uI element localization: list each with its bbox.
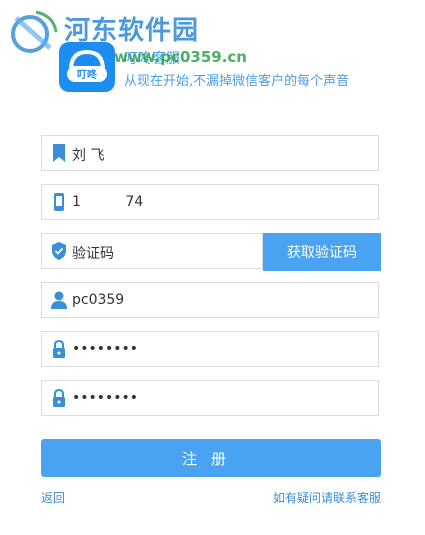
- phone-icon: [54, 193, 64, 211]
- bookmark-icon: [53, 144, 65, 162]
- username-value: pc0359: [72, 292, 125, 308]
- lock-icon: [53, 339, 65, 358]
- phone-field[interactable]: 1 74: [41, 184, 379, 220]
- name-value: 刘 飞: [72, 148, 105, 164]
- verification-code-field[interactable]: 验证码: [41, 233, 263, 269]
- watermark-url: www.pc0359.cn: [114, 48, 247, 66]
- get-verification-code-button[interactable]: 获取验证码: [263, 233, 381, 271]
- back-link[interactable]: 返回: [41, 489, 65, 506]
- app-logo: 叮咚: [59, 42, 115, 92]
- watermark-logo-icon: [11, 10, 58, 53]
- lock-icon: [53, 388, 65, 407]
- headset-icon: 叮咚: [67, 49, 107, 82]
- user-icon: [51, 291, 67, 309]
- verification-code-placeholder: 验证码: [72, 246, 114, 262]
- password-field[interactable]: ••••••••: [41, 331, 379, 367]
- register-page: 河东软件园 叮咚 叮咚客服 www.pc0359.cn 从现在开始,不漏掉微信客…: [0, 0, 425, 535]
- app-slogan: 从现在开始,不漏掉微信客户的每个声音: [124, 74, 350, 89]
- confirm-password-field[interactable]: ••••••••: [41, 380, 379, 416]
- shield-check-icon: [52, 242, 66, 260]
- username-field[interactable]: pc0359: [41, 282, 379, 318]
- svg-text:叮咚: 叮咚: [77, 68, 98, 81]
- name-field[interactable]: 刘 飞: [41, 135, 379, 171]
- confirm-password-value: ••••••••: [72, 390, 139, 406]
- phone-value: 1 74: [72, 194, 144, 210]
- password-value: ••••••••: [72, 341, 139, 357]
- register-button[interactable]: 注册: [41, 439, 381, 477]
- contact-support-link[interactable]: 如有疑问请联系客服: [273, 489, 381, 506]
